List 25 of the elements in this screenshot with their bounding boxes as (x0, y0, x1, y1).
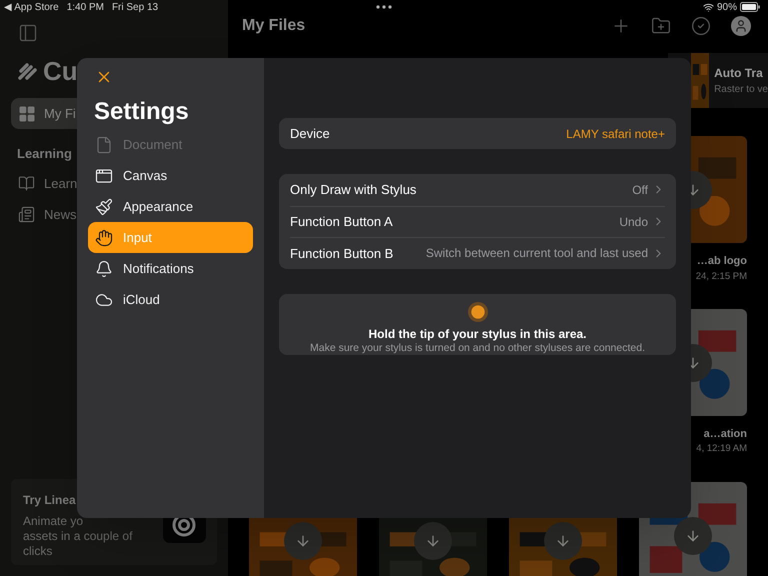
featured-subtitle: Raster to ve (714, 83, 768, 97)
promo-title: Try Linea (23, 492, 76, 509)
battery-percent: 90% (716, 0, 737, 14)
device-label: Device (290, 124, 330, 143)
file-date: 4, 12:19 AM (696, 442, 747, 456)
option-label: Function Button B (290, 244, 394, 262)
option-label: Only Draw with Stylus (290, 181, 416, 199)
file-date: 24, 2:15 PM (696, 270, 747, 284)
test-area-title: Hold the tip of your stylus in this area. (368, 326, 587, 340)
file-name: …ab logo (696, 254, 747, 269)
page-title: My Files (242, 16, 306, 36)
device-value: LAMY safari note+ (566, 126, 665, 142)
file-name: a…ation (704, 426, 747, 442)
featured-title: Auto Tra (714, 65, 764, 82)
promo-text: Animate yo assets in a couple of clicks (23, 514, 134, 559)
option-value: Switch between current tool and last used (426, 245, 648, 262)
option-label: Function Button A (290, 213, 393, 231)
app-logo-text: Cu (43, 58, 78, 84)
status-time: 1:40 PM (66, 0, 104, 14)
section-heading: Learning (17, 145, 72, 163)
status-date: Fri Sep 13 (112, 0, 158, 14)
option-value: Undo (619, 214, 648, 231)
test-area-hint: Make sure your stylus is turned on and no other styluses are connected. (310, 340, 645, 354)
option-value: Off (632, 182, 648, 199)
settings-title: Settings (94, 97, 190, 127)
